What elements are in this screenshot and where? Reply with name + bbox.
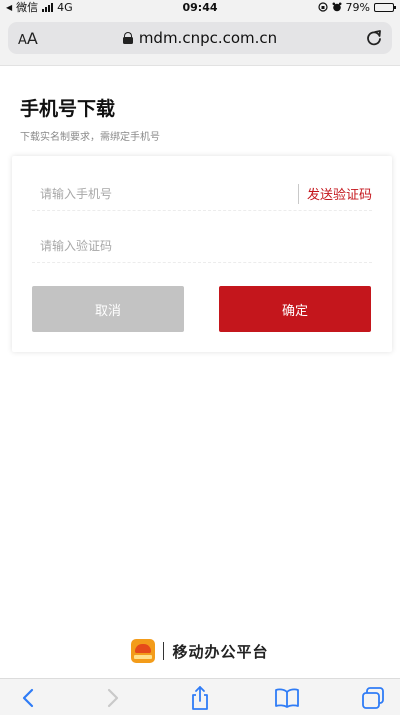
page-subtitle: 下载实名制要求，需绑定手机号: [20, 132, 160, 143]
battery-icon: [374, 2, 396, 12]
text-size-small-label: A: [18, 32, 27, 48]
confirm-button[interactable]: 确定: [219, 286, 371, 332]
bookmarks-icon: [275, 688, 299, 708]
code-field-row: [32, 229, 372, 263]
status-right: 79%: [317, 0, 396, 14]
battery-percent: 79%: [345, 0, 370, 14]
tabs-button[interactable]: [358, 685, 388, 711]
form-card: 发送验证码 取消 确定: [12, 156, 392, 352]
signal-icon: [42, 2, 54, 12]
verification-code-input[interactable]: [32, 238, 372, 253]
network-label: 4G: [57, 0, 73, 14]
forward-icon: [107, 688, 119, 708]
status-left: ◀ 微信 4G: [6, 0, 73, 15]
phone-field-row: 发送验证码: [32, 177, 372, 211]
carrier-label: 微信: [16, 1, 39, 14]
brand-separator: [163, 642, 165, 660]
reload-icon[interactable]: [364, 27, 384, 49]
brand-logo-icon: [131, 639, 156, 663]
alarm-icon: [332, 2, 342, 12]
url-group[interactable]: mdm.cnpc.com.cn: [122, 29, 277, 47]
send-code-divider: [297, 183, 299, 204]
lock-rotation-icon: [317, 2, 328, 12]
back-arrow-icon: ◀: [6, 2, 13, 12]
share-button[interactable]: [185, 685, 215, 711]
tabs-icon: [362, 687, 384, 709]
share-icon: [192, 686, 208, 710]
browser-toolbar: [0, 678, 400, 715]
brand-footer: 移动办公平台: [0, 636, 400, 666]
send-code-button[interactable]: 发送验证码: [307, 184, 372, 203]
browser-header: AA mdm.cnpc.com.cn: [0, 14, 400, 66]
url-text[interactable]: mdm.cnpc.com.cn: [139, 29, 277, 47]
bookmarks-button[interactable]: [272, 685, 302, 711]
forward-button[interactable]: [98, 685, 128, 711]
url-bar[interactable]: AA mdm.cnpc.com.cn: [8, 22, 392, 54]
back-button[interactable]: [13, 685, 43, 711]
page-title: 手机号下载: [20, 98, 116, 120]
brand-name: 移动办公平台: [172, 642, 269, 661]
back-icon: [22, 688, 34, 708]
cancel-button[interactable]: 取消: [32, 286, 184, 332]
phone-input[interactable]: [32, 186, 298, 201]
text-size-button[interactable]: AA: [18, 29, 38, 48]
text-size-big-label: A: [26, 28, 38, 48]
status-bar: ◀ 微信 4G 09:44 79%: [0, 0, 400, 14]
lock-icon: [122, 32, 133, 44]
